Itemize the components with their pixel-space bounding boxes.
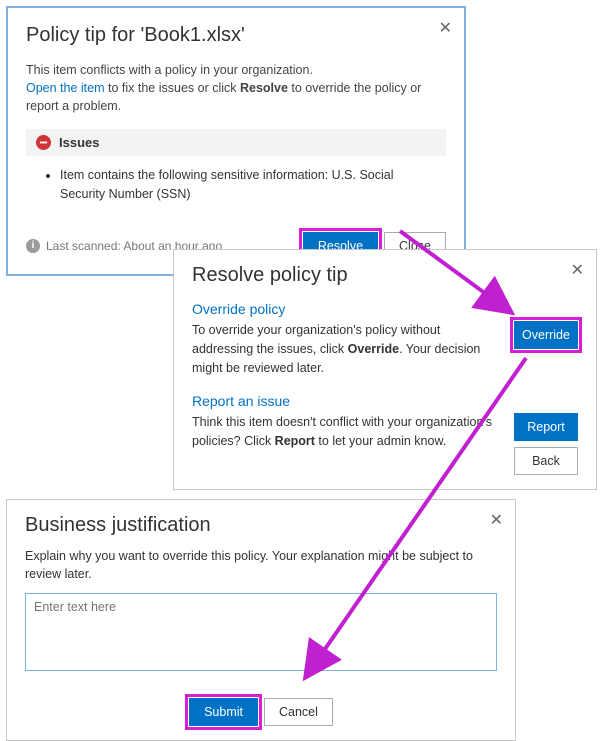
report-button[interactable]: Report bbox=[514, 413, 578, 441]
info-icon: i bbox=[26, 239, 40, 253]
submit-button[interactable]: Submit bbox=[189, 698, 258, 726]
issues-list: Item contains the following sensitive in… bbox=[26, 156, 446, 214]
issues-label: Issues bbox=[59, 135, 99, 150]
justification-input[interactable] bbox=[25, 593, 497, 671]
text-bold: Override bbox=[348, 342, 399, 356]
business-justification-dialog: ✕ Business justification Explain why you… bbox=[6, 499, 516, 741]
dialog-description: Explain why you want to override this po… bbox=[25, 547, 497, 583]
back-button[interactable]: Back bbox=[514, 447, 578, 475]
block-icon bbox=[36, 135, 51, 150]
override-description: To override your organization's policy w… bbox=[192, 321, 500, 377]
close-icon[interactable]: ✕ bbox=[571, 260, 584, 280]
close-icon[interactable]: ✕ bbox=[439, 18, 452, 38]
policy-tip-dialog: ✕ Policy tip for 'Book1.xlsx' This item … bbox=[6, 6, 466, 276]
report-section-header: Report an issue bbox=[192, 393, 578, 409]
desc-text: to fix the issues or click bbox=[105, 81, 240, 95]
dialog-title: Policy tip for 'Book1.xlsx' bbox=[26, 24, 446, 47]
report-description: Think this item doesn't conflict with yo… bbox=[192, 413, 500, 451]
override-button[interactable]: Override bbox=[514, 321, 578, 349]
issues-header: Issues bbox=[26, 129, 446, 156]
issue-item: Item contains the following sensitive in… bbox=[60, 166, 436, 204]
desc-text: This item conflicts with a policy in you… bbox=[26, 63, 313, 77]
override-section-header: Override policy bbox=[192, 301, 578, 317]
text: to let your admin know. bbox=[315, 434, 446, 448]
dialog-title: Resolve policy tip bbox=[192, 264, 578, 287]
dialog-description: This item conflicts with a policy in you… bbox=[26, 61, 446, 115]
resolve-policy-dialog: ✕ Resolve policy tip Override policy To … bbox=[173, 249, 597, 490]
text-bold: Report bbox=[275, 434, 315, 448]
desc-bold: Resolve bbox=[240, 81, 288, 95]
dialog-title: Business justification bbox=[25, 514, 497, 537]
cancel-button[interactable]: Cancel bbox=[264, 698, 333, 726]
open-item-link[interactable]: Open the item bbox=[26, 81, 105, 95]
close-icon[interactable]: ✕ bbox=[490, 510, 503, 530]
